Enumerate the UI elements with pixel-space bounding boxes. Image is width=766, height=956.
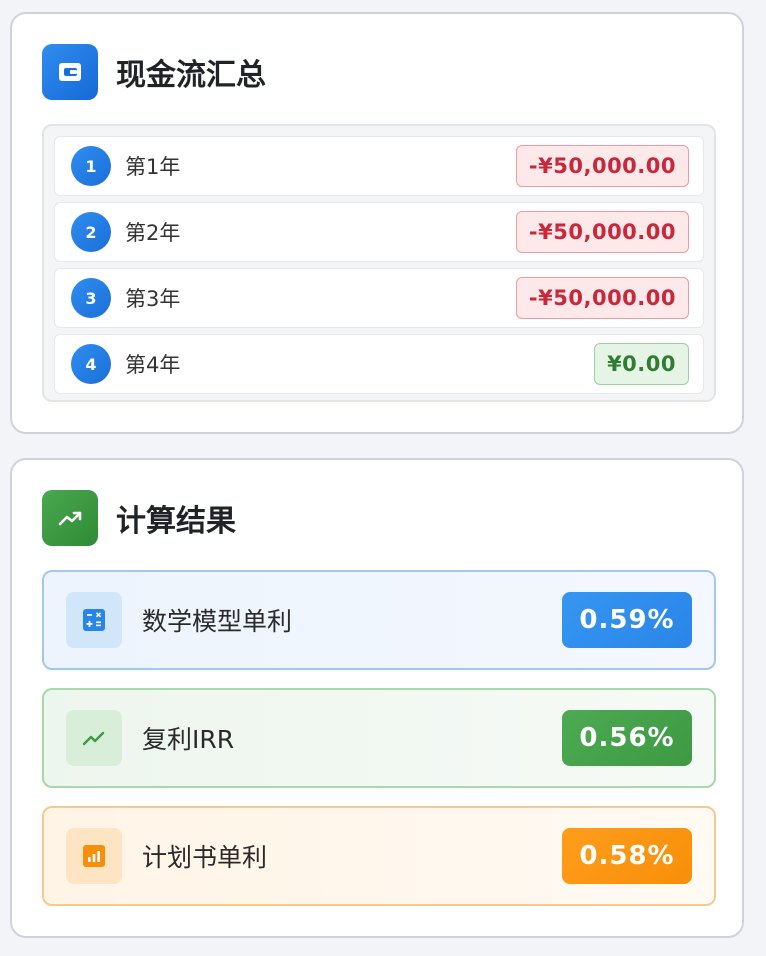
year-label: 第4年 <box>125 353 181 377</box>
cashflow-amount: -¥50,000.00 <box>515 145 689 187</box>
results-card: 计算结果 数学模型单利 0.59% 复利IRR 0.56% 计划书单利 0.58… <box>10 458 744 938</box>
calculator-icon <box>66 592 122 648</box>
trend-up-icon <box>42 490 98 546</box>
year-index-badge: 4 <box>71 344 111 384</box>
year-index-badge: 1 <box>71 146 111 186</box>
cashflow-amount: -¥50,000.00 <box>515 277 689 319</box>
cashflow-header: 现金流汇总 <box>42 44 266 100</box>
cashflow-row: 1 第1年 -¥50,000.00 <box>54 136 704 196</box>
result-item-plan-simple-interest: 计划书单利 0.58% <box>42 806 716 906</box>
trend-icon <box>66 710 122 766</box>
year-index-badge: 2 <box>71 212 111 252</box>
year-label: 第3年 <box>125 287 181 311</box>
year-index-badge: 3 <box>71 278 111 318</box>
cashflow-card: 现金流汇总 1 第1年 -¥50,000.00 2 第2年 -¥50,000.0… <box>10 12 744 434</box>
results-title: 计算结果 <box>116 504 236 539</box>
result-label: 计划书单利 <box>142 843 268 872</box>
cashflow-amount: ¥0.00 <box>594 343 689 385</box>
result-value: 0.56% <box>562 710 692 766</box>
result-value: 0.59% <box>562 592 692 648</box>
cashflow-amount: -¥50,000.00 <box>515 211 689 253</box>
cashflow-title: 现金流汇总 <box>116 58 266 93</box>
result-label: 复利IRR <box>142 725 235 754</box>
bar-chart-icon <box>66 828 122 884</box>
cashflow-row: 2 第2年 -¥50,000.00 <box>54 202 704 262</box>
cashflow-row: 4 第4年 ¥0.00 <box>54 334 704 394</box>
cashflow-list: 1 第1年 -¥50,000.00 2 第2年 -¥50,000.00 3 第3… <box>42 124 716 402</box>
result-item-compound-irr: 复利IRR 0.56% <box>42 688 716 788</box>
year-label: 第2年 <box>125 221 181 245</box>
results-header: 计算结果 <box>42 490 236 546</box>
year-label: 第1年 <box>125 155 181 179</box>
cashflow-row: 3 第3年 -¥50,000.00 <box>54 268 704 328</box>
result-label: 数学模型单利 <box>142 607 293 636</box>
result-item-simple-interest-model: 数学模型单利 0.59% <box>42 570 716 670</box>
result-value: 0.58% <box>562 828 692 884</box>
wallet-icon <box>42 44 98 100</box>
